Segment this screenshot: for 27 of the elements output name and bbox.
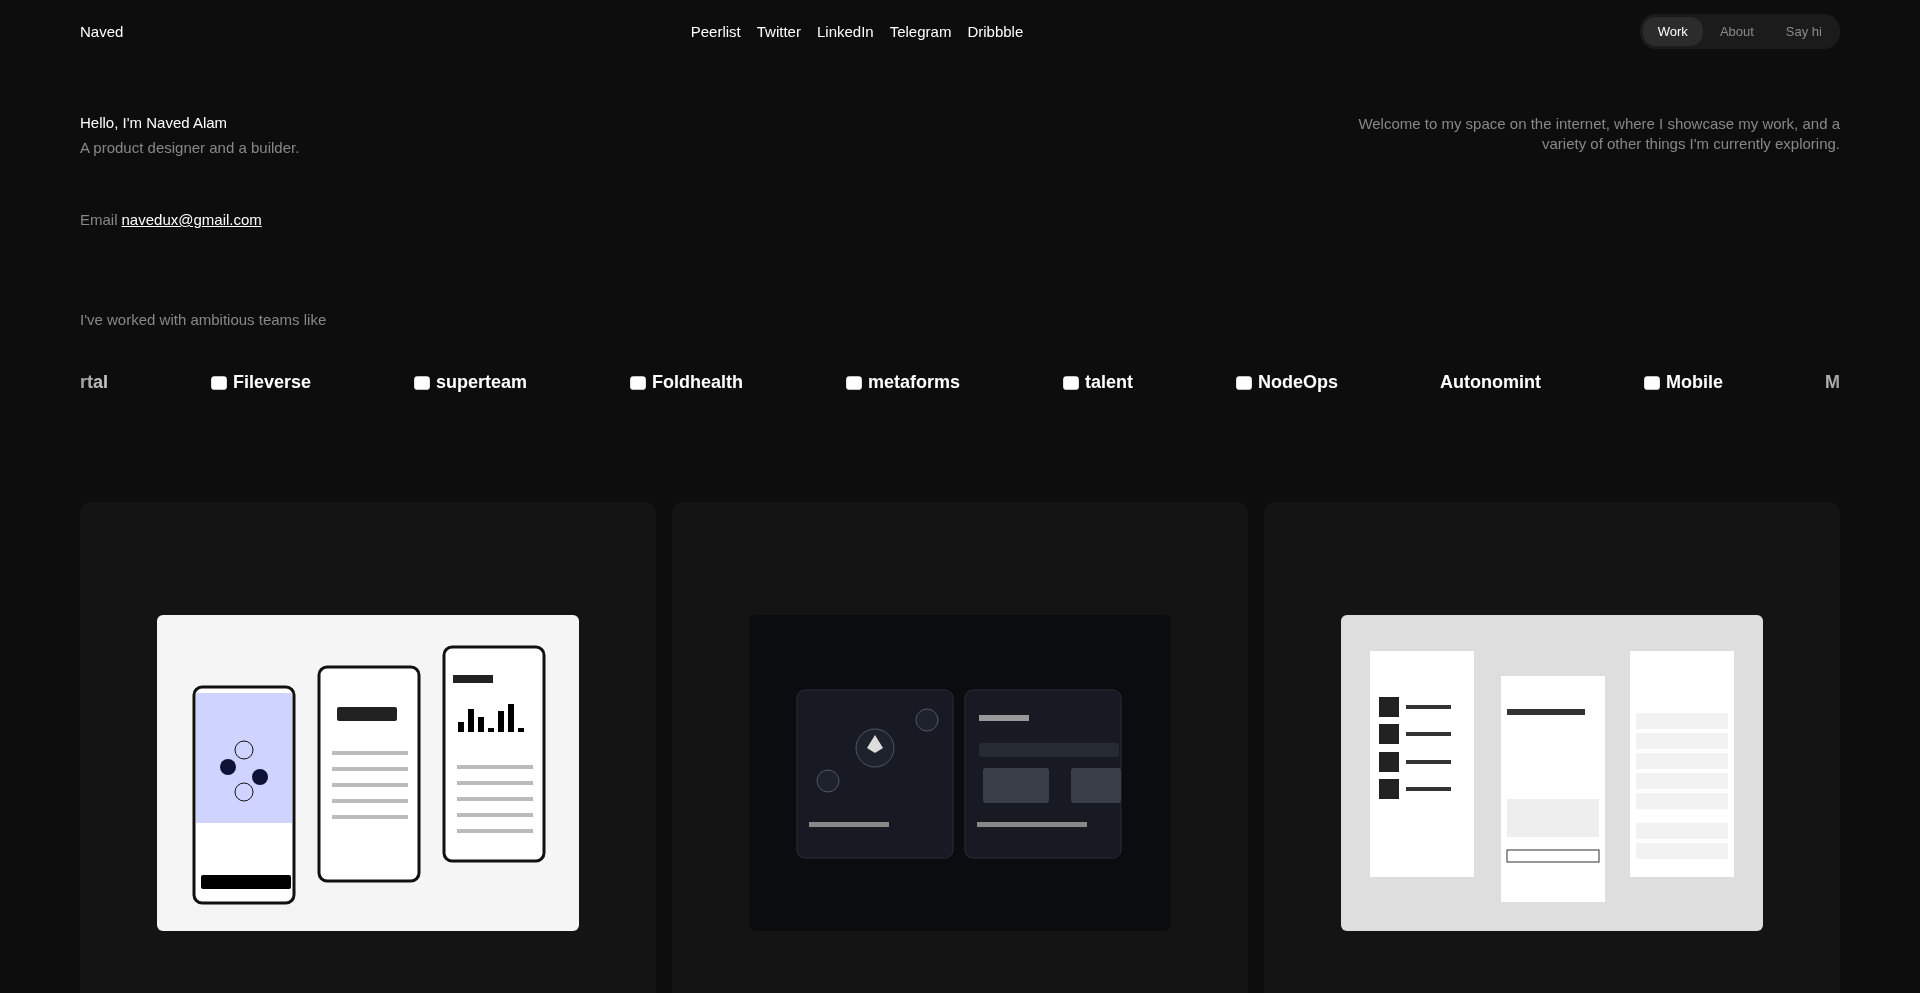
welcome-text: Welcome to my space on the internet, where I showcase my work, and a variety of other things I'm currently exploring. xyxy=(1357,114,1840,154)
email-label: Email xyxy=(80,211,118,228)
company-logo: Autonomint xyxy=(1439,372,1541,393)
company-logo: NodeOps xyxy=(1258,372,1338,393)
teams-heading: I've worked with ambitious teams like xyxy=(80,311,328,328)
project-card[interactable] xyxy=(1264,502,1840,993)
email-link[interactable]: navedux@gmail.com xyxy=(121,211,262,228)
company-logo: metaforms xyxy=(868,372,961,393)
company-logo: Foldhealth xyxy=(652,372,744,393)
company-logo: talent xyxy=(1085,372,1133,393)
social-link[interactable]: Dribbble xyxy=(967,23,1024,40)
social-link[interactable]: LinkedIn xyxy=(816,23,874,40)
company-logo: Mobile xyxy=(1665,372,1723,393)
greeting-text: Hello, I'm Naved Alam xyxy=(80,114,229,131)
site-name[interactable]: Naved xyxy=(80,23,124,40)
tagline-text: A product designer and a builder. xyxy=(80,139,300,156)
company-logo: Fileverse xyxy=(233,372,312,393)
nav-tab[interactable]: Say hi xyxy=(1770,17,1837,46)
company-logo: superteam xyxy=(436,372,528,393)
social-link[interactable]: Twitter xyxy=(756,23,801,40)
project-card[interactable] xyxy=(80,502,656,993)
social-link[interactable]: Peerlist xyxy=(690,23,741,40)
nav-tab[interactable]: About xyxy=(1704,17,1769,46)
nav-tab[interactable]: Work xyxy=(1642,17,1703,46)
company-logo: rtal xyxy=(80,372,108,393)
company-logo: M xyxy=(1824,372,1840,393)
social-link[interactable]: Telegram xyxy=(889,23,952,40)
